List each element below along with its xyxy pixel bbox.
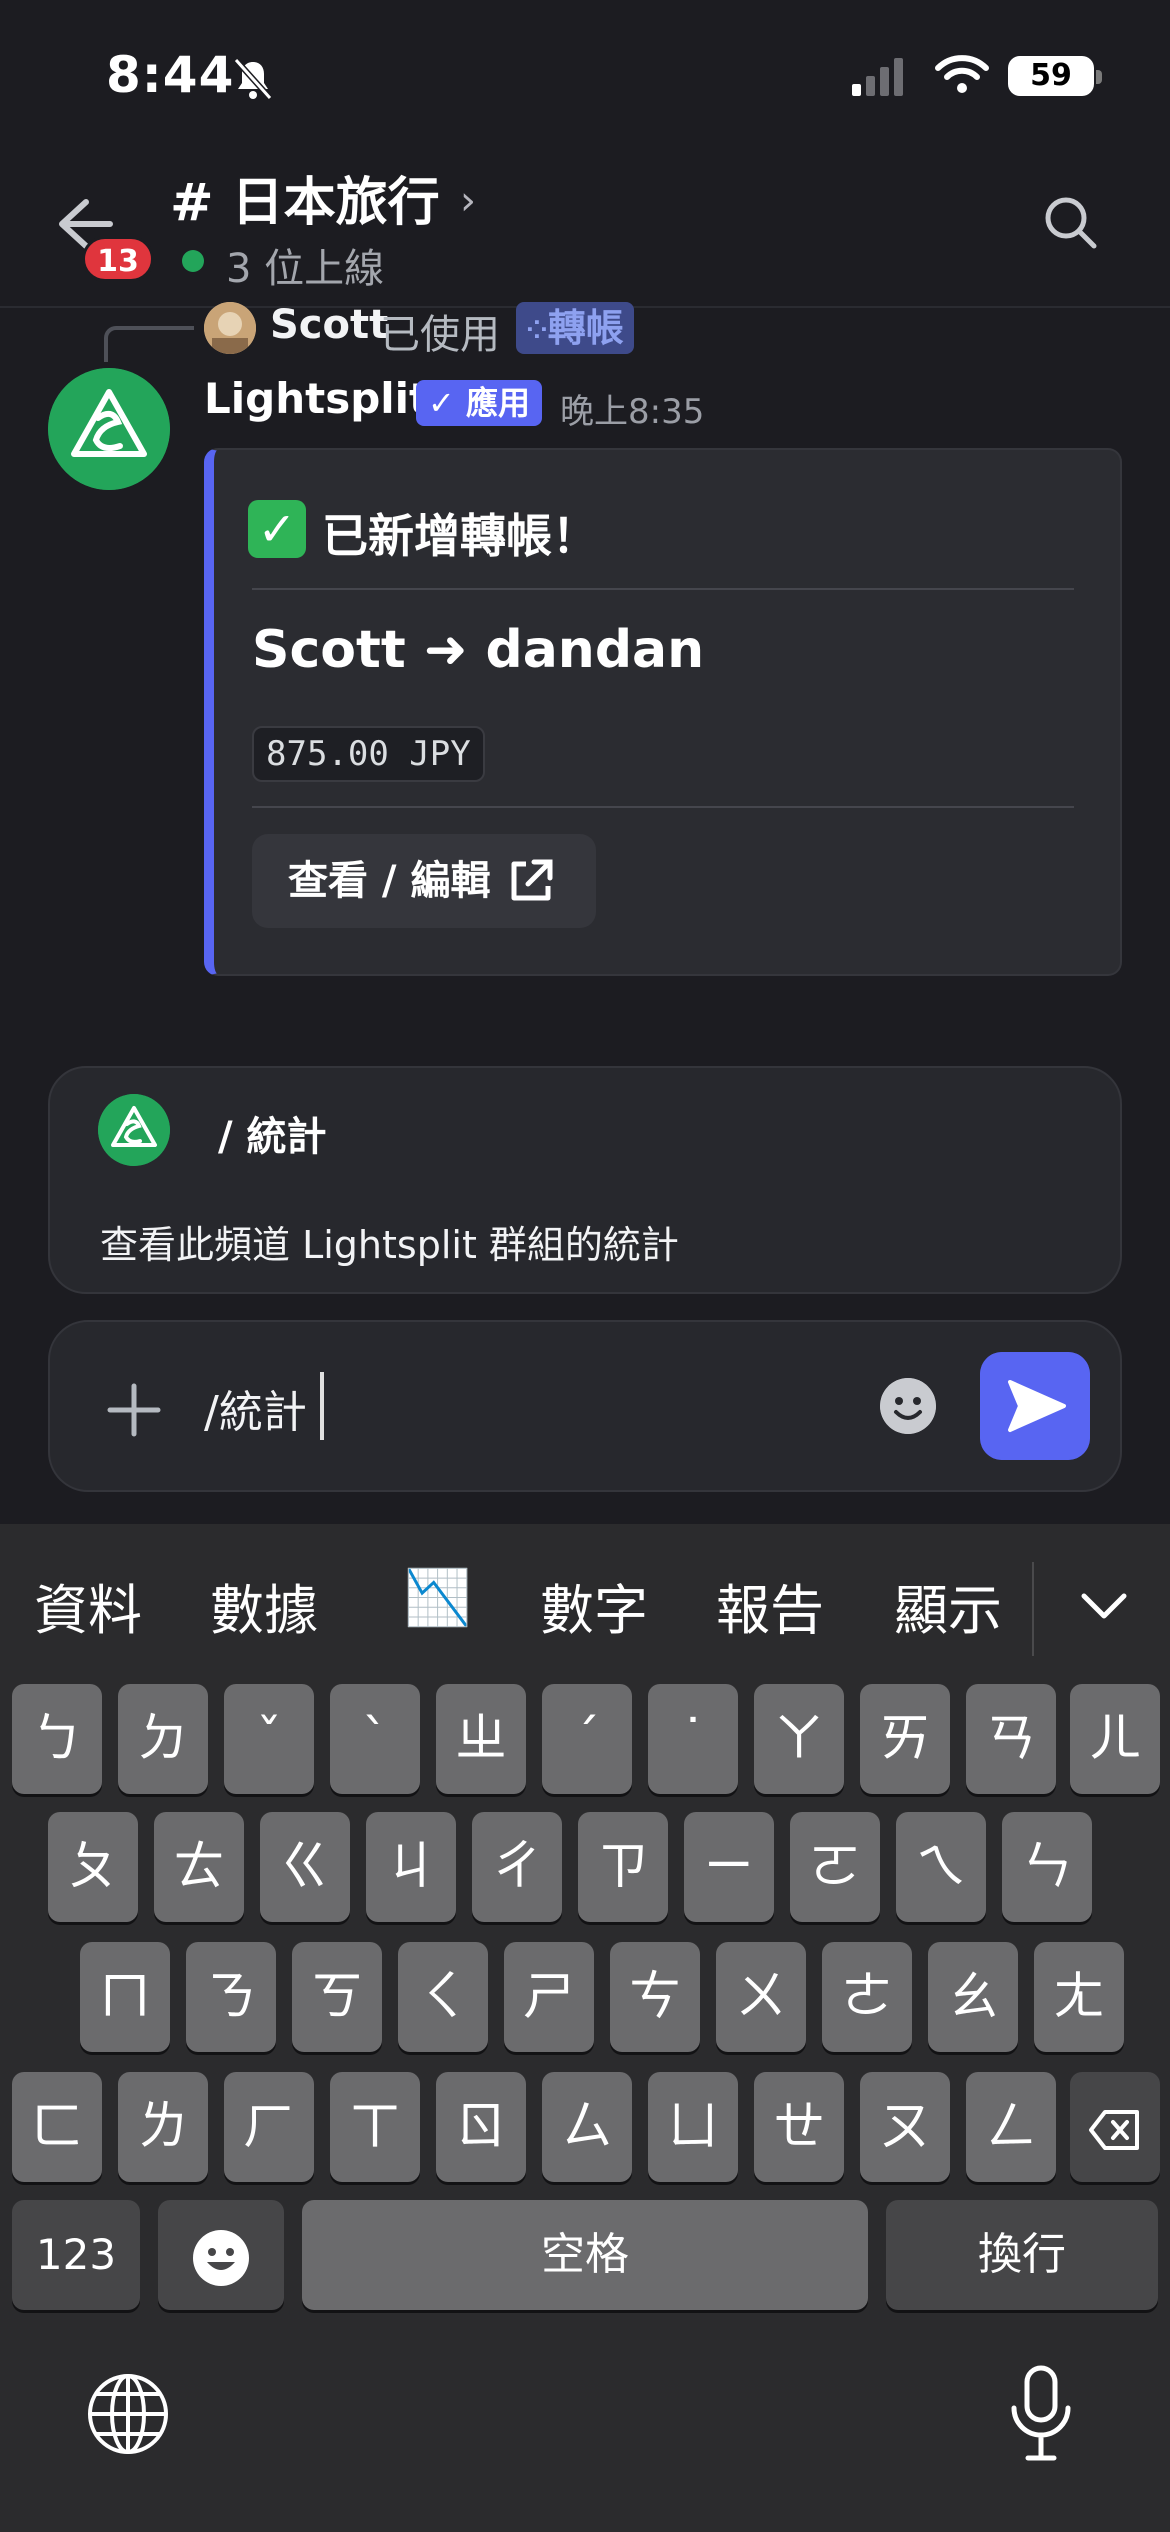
suggestion-description: 查看此頻道 Lightsplit 群組的統計 [100, 1223, 679, 1267]
key[interactable]: ㄜ [822, 1942, 912, 2052]
battery-indicator: 59 [1008, 56, 1094, 96]
reply-user-avatar[interactable] [204, 302, 256, 354]
microphone-icon[interactable] [1006, 2364, 1076, 2464]
key[interactable]: ㄍ [260, 1812, 350, 1922]
candidate-emoji[interactable]: 📉 [404, 1566, 471, 1630]
candidate-divider [1032, 1562, 1034, 1656]
candidate-word[interactable]: 報告 [716, 1566, 824, 1645]
key[interactable]: ㄗ [578, 1812, 668, 1922]
transfer-amount: 875.00 JPY [252, 726, 485, 782]
backspace-key[interactable] [1070, 2072, 1160, 2182]
bot-username[interactable]: Lightsplit [204, 374, 429, 423]
key[interactable]: ㄟ [896, 1812, 986, 1922]
emoji-icon[interactable] [880, 1378, 936, 1434]
suggestion-command: / 統計 [218, 1114, 327, 1160]
key[interactable]: ㄉ [118, 1684, 208, 1794]
return-key[interactable]: 換行 [886, 2200, 1158, 2310]
chevron-down-icon[interactable] [1074, 1576, 1134, 1636]
candidate-word[interactable]: 顯示 [894, 1566, 1002, 1645]
lightsplit-avatar[interactable] [48, 368, 170, 490]
emoji-keyboard-icon [193, 2230, 249, 2286]
send-button[interactable] [980, 1352, 1090, 1460]
signal-icon [852, 58, 903, 96]
candidate-word[interactable]: 數據 [210, 1566, 318, 1645]
key[interactable]: ㄡ [860, 2072, 950, 2182]
key[interactable]: ㄝ [754, 2072, 844, 2182]
key[interactable]: ˙ [648, 1684, 738, 1794]
numbers-key[interactable]: 123 [12, 2200, 140, 2310]
external-link-icon [511, 859, 553, 901]
key[interactable]: ㄛ [790, 1812, 880, 1922]
key[interactable]: ㄩ [648, 2072, 738, 2182]
battery-nub [1096, 70, 1102, 84]
command-chip[interactable]: ⁘轉帳 [516, 302, 634, 354]
key[interactable]: ㄨ [716, 1942, 806, 2052]
embed-divider [252, 588, 1074, 590]
key[interactable]: ㄏ [224, 2072, 314, 2182]
view-edit-label: 查看 / 編輯 [288, 858, 491, 904]
chevron-right-icon[interactable]: › [460, 178, 476, 224]
key[interactable]: ˊ [542, 1684, 632, 1794]
reply-used-text: 已使用 [380, 312, 500, 358]
unread-badge: 13 [82, 236, 154, 282]
key[interactable]: ㄞ [860, 1684, 950, 1794]
lightsplit-small-avatar [98, 1094, 170, 1166]
key[interactable]: ㄤ [1034, 1942, 1124, 2052]
search-icon[interactable] [1040, 192, 1100, 252]
plus-icon[interactable] [104, 1380, 164, 1440]
check-mark-icon: ✓ [248, 500, 306, 558]
text-caret [320, 1372, 324, 1440]
key[interactable]: ㄈ [12, 2072, 102, 2182]
message-timestamp: 晚上8:35 [560, 392, 705, 432]
command-chip-label: 轉帳 [547, 306, 624, 350]
key[interactable]: ㄊ [154, 1812, 244, 1922]
key[interactable]: ㄑ [398, 1942, 488, 2052]
online-count: 3 位上線 [226, 246, 385, 292]
key[interactable]: ㄙ [542, 2072, 632, 2182]
candidate-word[interactable]: 資料 [34, 1566, 142, 1645]
key[interactable]: ㄓ [436, 1684, 526, 1794]
key[interactable]: ㄆ [48, 1812, 138, 1922]
key[interactable]: ㄐ [366, 1812, 456, 1922]
space-key[interactable]: 空格 [302, 2200, 868, 2310]
key[interactable]: ㄔ [472, 1812, 562, 1922]
key[interactable]: ˋ [330, 1684, 420, 1794]
key[interactable]: ㄇ [80, 1942, 170, 2052]
key[interactable]: ㄕ [504, 1942, 594, 2052]
key[interactable]: ㄣ [1002, 1812, 1092, 1922]
key[interactable]: ㄋ [186, 1942, 276, 2052]
globe-icon[interactable] [84, 2370, 172, 2458]
key[interactable]: ㄌ [118, 2072, 208, 2182]
app-badge: ✓ 應用 [416, 380, 542, 426]
key[interactable]: ㄎ [292, 1942, 382, 2052]
status-time: 8:44 [106, 46, 235, 104]
key[interactable]: ㄖ [436, 2072, 526, 2182]
key[interactable]: ㄚ [754, 1684, 844, 1794]
key[interactable]: ㄧ [684, 1812, 774, 1922]
embed-divider [252, 806, 1074, 808]
online-status-dot [182, 250, 204, 272]
key[interactable]: ㄥ [966, 2072, 1056, 2182]
bell-muted-icon [233, 57, 273, 101]
key[interactable]: ㄦ [1070, 1684, 1160, 1794]
backspace-icon [1089, 2110, 1139, 2150]
key[interactable]: ㄠ [928, 1942, 1018, 2052]
key[interactable]: ㄅ [12, 1684, 102, 1794]
embed-title: 已新增轉帳！ [322, 509, 598, 563]
emoji-key[interactable] [158, 2200, 284, 2310]
channel-title[interactable]: # 日本旅行 [170, 160, 440, 235]
wifi-icon [935, 55, 989, 93]
reply-username[interactable]: Scott [270, 302, 388, 348]
candidate-word[interactable]: 數字 [540, 1566, 648, 1645]
command-grid-icon: ⁘ [526, 315, 548, 346]
key[interactable]: ㄒ [330, 2072, 420, 2182]
transfer-summary: Scott ➜ dandan [252, 620, 705, 680]
key[interactable]: ㄢ [966, 1684, 1056, 1794]
key[interactable]: ㄘ [610, 1942, 700, 2052]
message-input[interactable]: /統計 [204, 1376, 307, 1440]
reply-connector [104, 326, 194, 362]
key[interactable]: ˇ [224, 1684, 314, 1794]
